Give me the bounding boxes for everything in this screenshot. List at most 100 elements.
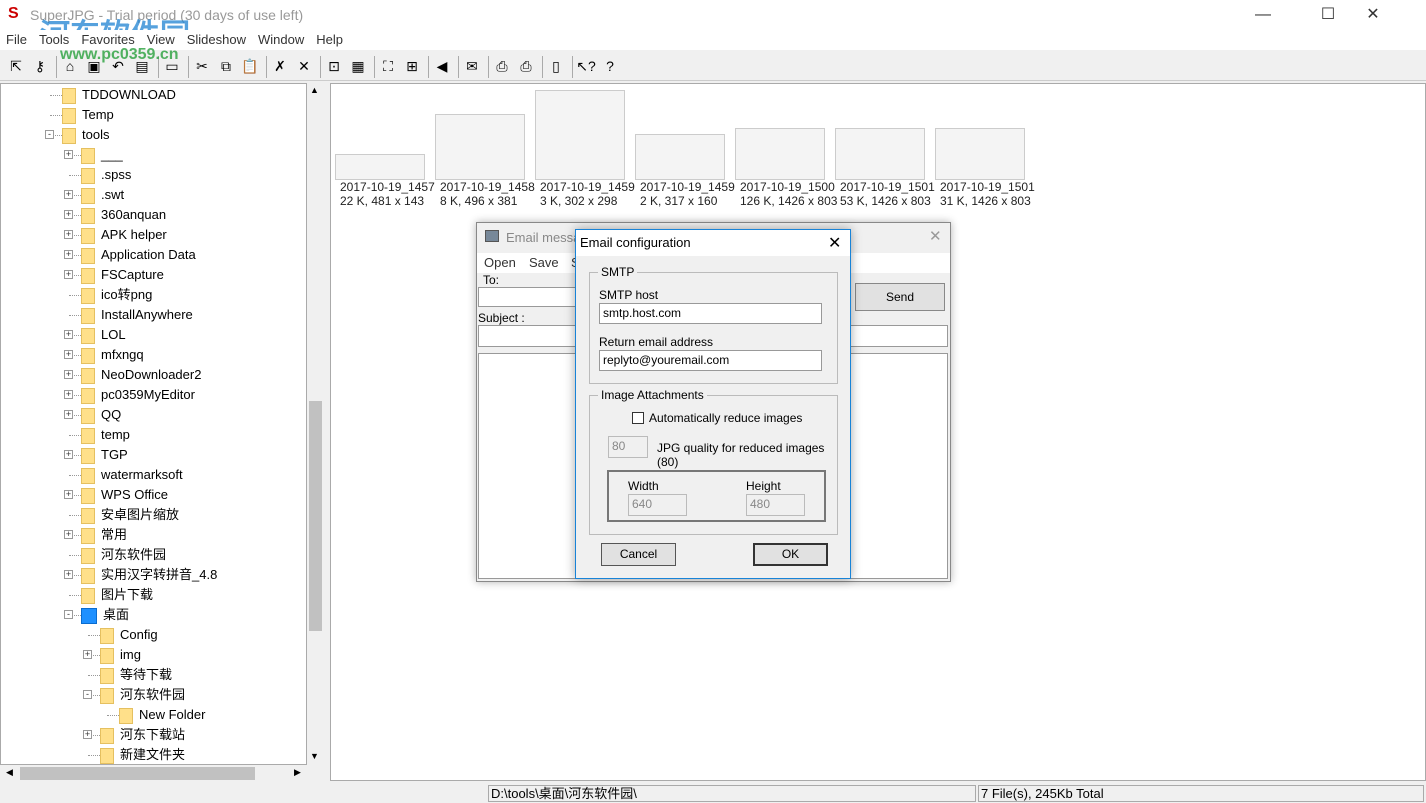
select-icon[interactable]: ⇱ bbox=[6, 56, 26, 76]
fit-icon[interactable]: ⊞ bbox=[402, 56, 422, 76]
grid-icon[interactable]: ▦ bbox=[348, 56, 368, 76]
close-icon[interactable]: ✕ bbox=[294, 56, 314, 76]
tree-item[interactable]: QQ bbox=[81, 405, 121, 425]
expand-icon[interactable]: + bbox=[64, 370, 73, 379]
tree-item[interactable]: 360anquan bbox=[81, 205, 166, 225]
tree-item[interactable]: 河东软件园 bbox=[81, 545, 166, 565]
tree-item[interactable]: 安卓图片缩放 bbox=[81, 505, 179, 525]
email-close-button[interactable]: ✕ bbox=[929, 227, 942, 245]
to-input[interactable] bbox=[478, 287, 578, 307]
expand-icon[interactable]: + bbox=[64, 570, 73, 579]
fullscreen-icon[interactable]: ⛶ bbox=[378, 56, 398, 76]
collapse-icon[interactable]: - bbox=[64, 610, 73, 619]
tree-item[interactable]: 河东软件园 bbox=[100, 685, 185, 705]
tree-item[interactable]: watermarksoft bbox=[81, 465, 183, 485]
exit-icon[interactable]: ▯ bbox=[546, 56, 566, 76]
tree-item[interactable]: 等待下载 bbox=[100, 665, 172, 685]
expand-icon[interactable]: + bbox=[64, 350, 73, 359]
tree-item[interactable]: 实用汉字转拼音_4.8 bbox=[81, 565, 217, 585]
tree-item[interactable]: WPS Office bbox=[81, 485, 168, 505]
tree-item[interactable]: APK helper bbox=[81, 225, 167, 245]
quality-input[interactable]: 80 bbox=[608, 436, 648, 458]
tree-item[interactable]: InstallAnywhere bbox=[81, 305, 193, 325]
copy-icon[interactable]: ⧉ bbox=[216, 56, 236, 76]
scroll-down-icon[interactable]: ▼ bbox=[310, 751, 319, 761]
cut-icon[interactable]: ✂ bbox=[192, 56, 212, 76]
expand-icon[interactable]: + bbox=[64, 490, 73, 499]
scroll-thumb[interactable] bbox=[309, 401, 322, 631]
expand-icon[interactable]: + bbox=[64, 410, 73, 419]
height-input[interactable]: 480 bbox=[746, 494, 805, 516]
tree-item[interactable]: 新建文件夹 bbox=[100, 745, 185, 764]
expand-icon[interactable]: + bbox=[64, 270, 73, 279]
tree-item[interactable]: tools bbox=[62, 125, 109, 145]
expand-icon[interactable]: + bbox=[64, 450, 73, 459]
tree-item[interactable]: NeoDownloader2 bbox=[81, 365, 201, 385]
email-icon[interactable]: ✉ bbox=[462, 56, 482, 76]
delete-icon[interactable]: ✗ bbox=[270, 56, 290, 76]
expand-icon[interactable]: + bbox=[64, 210, 73, 219]
tree-item[interactable]: TDDOWNLOAD bbox=[62, 85, 176, 105]
expand-icon[interactable]: + bbox=[64, 230, 73, 239]
tree-item[interactable]: img bbox=[100, 645, 141, 665]
expand-icon[interactable]: + bbox=[64, 190, 73, 199]
tree-item[interactable]: FSCapture bbox=[81, 265, 164, 285]
menu-slideshow[interactable]: Slideshow bbox=[181, 30, 252, 50]
tree-item[interactable]: temp bbox=[81, 425, 130, 445]
print-preview-icon[interactable]: ⎙ bbox=[516, 56, 536, 76]
tree-item[interactable]: 图片下载 bbox=[81, 585, 153, 605]
slideshow-icon[interactable]: ◀ bbox=[432, 56, 452, 76]
thumbnails-icon[interactable]: ⊡ bbox=[324, 56, 344, 76]
tree-item[interactable]: .swt bbox=[81, 185, 124, 205]
menu-file[interactable]: File bbox=[0, 30, 33, 50]
menu-open[interactable]: Open bbox=[484, 255, 516, 270]
smtp-host-input[interactable]: smtp.host.com bbox=[599, 303, 822, 324]
collapse-icon[interactable]: - bbox=[45, 130, 54, 139]
tree-item[interactable]: 常用 bbox=[81, 525, 127, 545]
scroll-thumb[interactable] bbox=[20, 767, 255, 780]
maximize-button[interactable]: ☐ bbox=[1305, 0, 1351, 30]
auto-reduce-checkbox[interactable] bbox=[632, 412, 644, 424]
menu-window[interactable]: Window bbox=[252, 30, 310, 50]
expand-icon[interactable]: + bbox=[83, 730, 92, 739]
tree-item[interactable]: .spss bbox=[81, 165, 131, 185]
expand-icon[interactable]: + bbox=[64, 330, 73, 339]
collapse-icon[interactable]: - bbox=[83, 690, 92, 699]
tree-item[interactable]: New Folder bbox=[119, 705, 205, 725]
expand-icon[interactable]: + bbox=[64, 150, 73, 159]
dialog-close-button[interactable]: ✕ bbox=[828, 233, 841, 253]
close-button[interactable]: ✕ bbox=[1350, 0, 1396, 30]
menu-help[interactable]: Help bbox=[310, 30, 349, 50]
scroll-right-icon[interactable]: ▶ bbox=[294, 767, 301, 778]
tree-item[interactable]: LOL bbox=[81, 325, 126, 345]
expand-icon[interactable]: + bbox=[64, 250, 73, 259]
tree-item[interactable]: ___ bbox=[81, 145, 123, 165]
scroll-up-icon[interactable]: ▲ bbox=[310, 85, 319, 95]
width-input[interactable]: 640 bbox=[628, 494, 687, 516]
context-help-icon[interactable]: ↖? bbox=[576, 56, 596, 76]
tree-item[interactable]: Config bbox=[100, 625, 158, 645]
return-email-input[interactable]: replyto@youremail.com bbox=[599, 350, 822, 371]
scroll-left-icon[interactable]: ◀ bbox=[6, 767, 13, 778]
tree-item[interactable]: Application Data bbox=[81, 245, 196, 265]
cancel-button[interactable]: Cancel bbox=[601, 543, 676, 566]
expand-icon[interactable]: + bbox=[64, 530, 73, 539]
tree-item[interactable]: pc0359MyEditor bbox=[81, 385, 195, 405]
tree-item[interactable]: ico转png bbox=[81, 285, 152, 305]
tree-horizontal-scrollbar[interactable]: ◀ ▶ bbox=[0, 765, 307, 782]
tree-item[interactable]: 河东下载站 bbox=[100, 725, 185, 745]
minimize-button[interactable]: — bbox=[1240, 0, 1286, 30]
tree-item[interactable]: TGP bbox=[81, 445, 128, 465]
paste-icon[interactable]: 📋 bbox=[240, 56, 260, 76]
folder-tree[interactable]: TDDOWNLOAD Temp tools - ___ + .spss .swt +360anq… bbox=[0, 83, 307, 765]
menu-save[interactable]: Save bbox=[529, 255, 559, 270]
tree-item[interactable]: 桌面 bbox=[81, 605, 129, 625]
tree-item[interactable]: mfxngq bbox=[81, 345, 144, 365]
send-button[interactable]: Send bbox=[855, 283, 945, 311]
tree-item[interactable]: Temp bbox=[62, 105, 114, 125]
expand-icon[interactable]: + bbox=[83, 650, 92, 659]
expand-icon[interactable]: + bbox=[64, 390, 73, 399]
print-icon[interactable]: ⎙ bbox=[492, 56, 512, 76]
key-icon[interactable]: ⚷ bbox=[30, 56, 50, 76]
ok-button[interactable]: OK bbox=[753, 543, 828, 566]
